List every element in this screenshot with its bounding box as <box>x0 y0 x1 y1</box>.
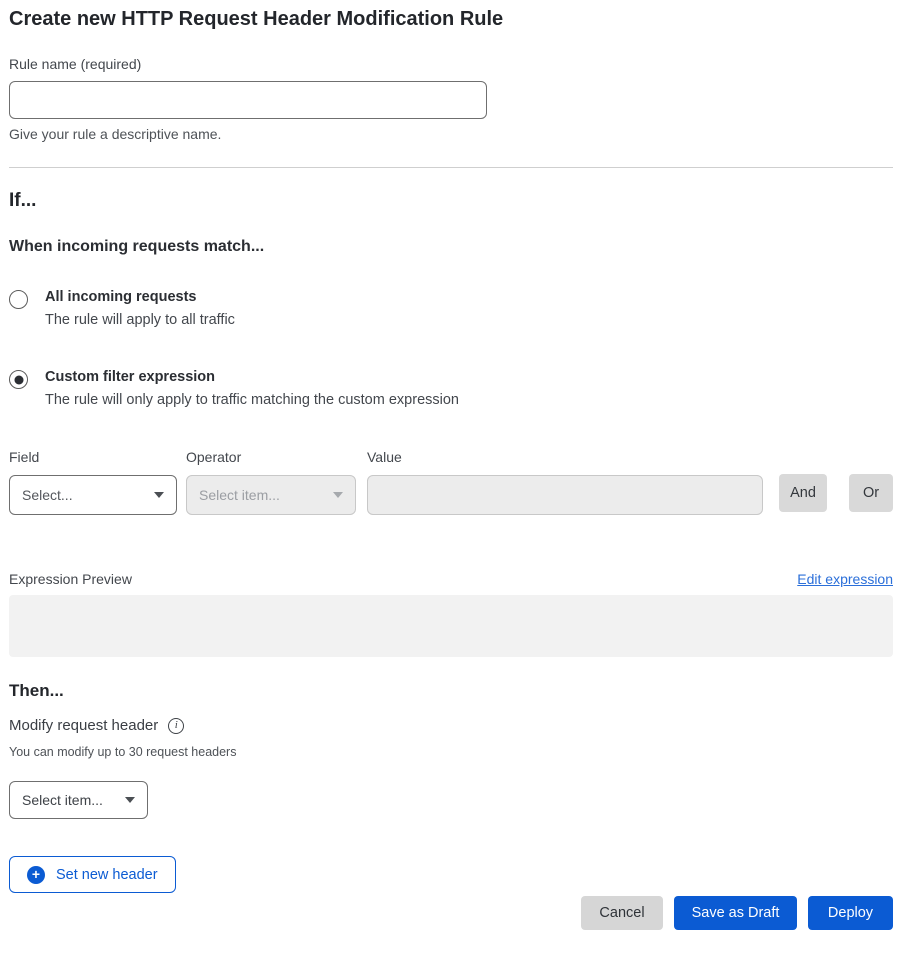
create-rule-form: Create new HTTP Request Header Modificat… <box>0 0 899 950</box>
or-button[interactable]: Or <box>849 474 893 512</box>
operator-label: Operator <box>186 449 356 465</box>
rule-name-input[interactable] <box>9 81 487 119</box>
operator-select-value: Select item... <box>199 487 280 503</box>
modify-header-row: Modify request header i <box>9 717 893 734</box>
set-new-header-button[interactable]: + Set new header <box>9 856 176 893</box>
info-circle-icon[interactable]: i <box>168 718 184 734</box>
radio-custom-expression[interactable] <box>9 370 28 389</box>
set-new-header-label: Set new header <box>56 867 158 883</box>
expression-preview-row: Expression Preview Edit expression <box>9 571 893 587</box>
rule-name-help: Give your rule a descriptive name. <box>9 126 893 142</box>
match-subheading: When incoming requests match... <box>9 238 893 256</box>
radio-all-requests-texts: All incoming requests The rule will appl… <box>45 289 235 328</box>
radio-custom-expression-description: The rule will only apply to traffic matc… <box>45 392 459 408</box>
header-item-select-value: Select item... <box>22 792 103 808</box>
section-divider <box>9 167 893 168</box>
footer-actions: Cancel Save as Draft Deploy <box>9 896 893 930</box>
expression-builder-row: Field Select... Operator Select item... … <box>9 449 893 515</box>
save-as-draft-button[interactable]: Save as Draft <box>674 896 797 930</box>
field-select[interactable]: Select... <box>9 475 177 515</box>
chevron-down-icon <box>154 492 164 498</box>
cancel-button[interactable]: Cancel <box>581 896 663 930</box>
expression-preview-box <box>9 595 893 657</box>
field-column: Field Select... <box>9 449 177 515</box>
and-button[interactable]: And <box>779 474 827 512</box>
radio-all-requests-label: All incoming requests <box>45 289 235 305</box>
chevron-down-icon <box>333 492 343 498</box>
field-select-value: Select... <box>22 487 73 503</box>
deploy-button[interactable]: Deploy <box>808 896 893 930</box>
plus-circle-icon: + <box>27 866 45 884</box>
field-label: Field <box>9 449 177 465</box>
radio-custom-expression-texts: Custom filter expression The rule will o… <box>45 369 459 408</box>
radio-option-custom-expression[interactable]: Custom filter expression The rule will o… <box>9 369 893 408</box>
edit-expression-link[interactable]: Edit expression <box>797 571 893 587</box>
modify-header-label: Modify request header <box>9 717 158 734</box>
if-heading: If... <box>9 190 893 212</box>
value-input <box>367 475 763 515</box>
operator-column: Operator Select item... <box>186 449 356 515</box>
chevron-down-icon <box>125 797 135 803</box>
radio-option-all-requests[interactable]: All incoming requests The rule will appl… <box>9 289 893 328</box>
operator-select: Select item... <box>186 475 356 515</box>
then-heading: Then... <box>9 681 893 701</box>
radio-all-requests[interactable] <box>9 290 28 309</box>
rule-name-block: Rule name (required) Give your rule a de… <box>9 56 893 142</box>
radio-all-requests-description: The rule will apply to all traffic <box>45 312 235 328</box>
header-item-select[interactable]: Select item... <box>9 781 148 819</box>
rule-name-label: Rule name (required) <box>9 56 893 72</box>
value-column: Value <box>367 449 763 515</box>
expression-preview-label: Expression Preview <box>9 571 132 587</box>
page-title: Create new HTTP Request Header Modificat… <box>9 8 893 31</box>
radio-custom-expression-label: Custom filter expression <box>45 369 459 385</box>
value-label: Value <box>367 449 763 465</box>
modify-header-help: You can modify up to 30 request headers <box>9 745 893 759</box>
